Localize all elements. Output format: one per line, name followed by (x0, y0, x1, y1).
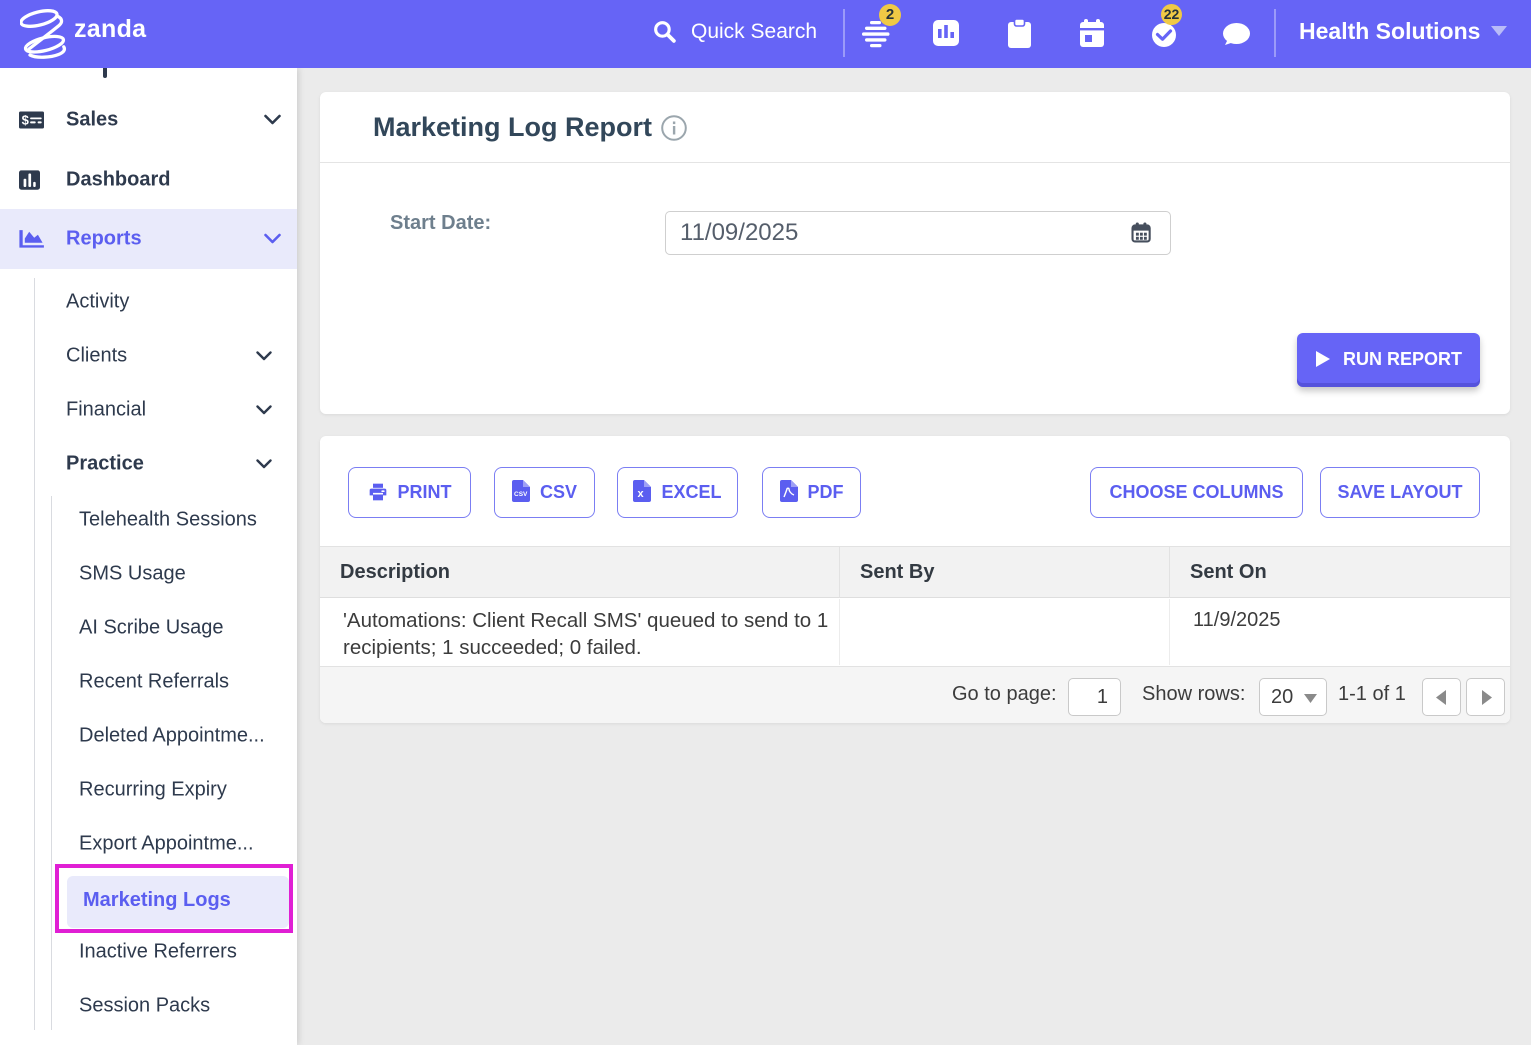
svg-text:$: $ (22, 113, 30, 128)
svg-text:CSV: CSV (514, 491, 528, 498)
svg-text:x: x (638, 488, 645, 500)
